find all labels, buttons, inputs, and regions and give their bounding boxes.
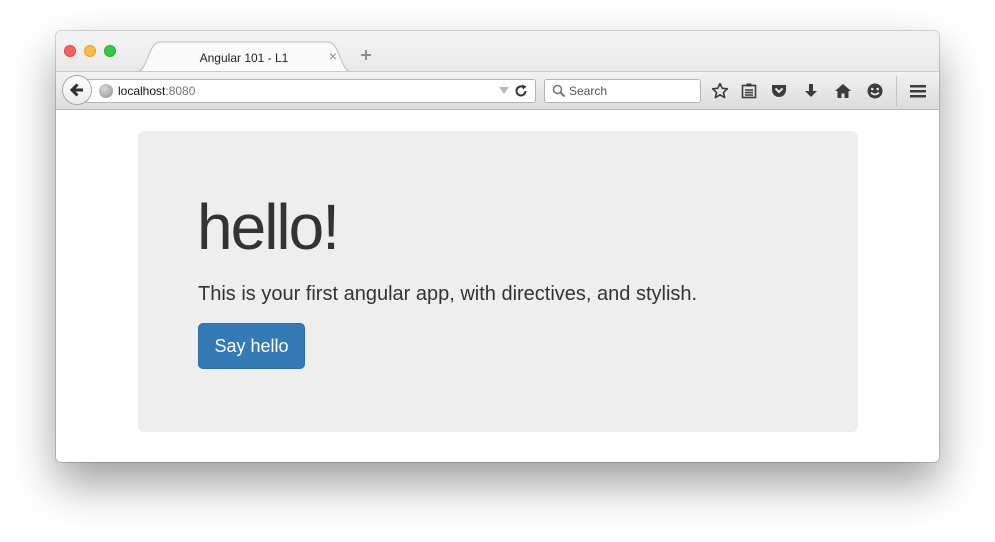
search-input[interactable] <box>569 82 694 100</box>
home-icon[interactable] <box>834 82 852 100</box>
tab-title: Angular 101 - L1 <box>199 51 289 65</box>
pocket-icon[interactable] <box>770 82 788 100</box>
download-icon[interactable] <box>802 82 820 100</box>
search-bar[interactable] <box>544 79 701 103</box>
tab-active[interactable]: Angular 101 - L1 × <box>136 41 352 73</box>
window-close-button[interactable] <box>64 45 76 57</box>
window-maximize-button[interactable] <box>104 45 116 57</box>
url-port: :8080 <box>165 84 196 98</box>
tab-strip: Angular 101 - L1 × <box>56 31 939 73</box>
browser-window: Angular 101 - L1 × localhost:8080 Search… <box>56 31 939 462</box>
url-text[interactable]: localhost:8080 <box>118 84 195 98</box>
page-content: hello! This is your first angular app, w… <box>56 110 939 462</box>
reload-icon[interactable] <box>514 84 528 98</box>
tab-close-icon[interactable]: × <box>326 49 340 63</box>
back-arrow-icon <box>69 83 83 97</box>
url-host: localhost <box>118 84 166 98</box>
history-dropdown-icon[interactable] <box>499 87 509 94</box>
globe-icon <box>99 84 113 98</box>
url-bar[interactable]: localhost:8080 <box>86 79 536 103</box>
lead-text: This is your first angular app, with dir… <box>198 283 698 305</box>
window-minimize-button[interactable] <box>84 45 96 57</box>
page-heading: hello! <box>197 191 340 263</box>
new-tab-icon[interactable] <box>358 47 374 63</box>
nav-toolbar: localhost:8080 <box>56 71 939 110</box>
reading-list-icon[interactable] <box>740 82 758 100</box>
say-hello-button[interactable]: Say hello <box>198 323 305 369</box>
menu-icon[interactable] <box>909 82 927 100</box>
toolbar-separator <box>896 76 897 106</box>
search-icon <box>552 84 566 98</box>
jumbotron: hello! This is your first angular app, w… <box>138 131 858 432</box>
star-icon[interactable] <box>711 82 729 100</box>
hello-icon[interactable] <box>866 82 884 100</box>
back-button[interactable] <box>62 75 92 105</box>
